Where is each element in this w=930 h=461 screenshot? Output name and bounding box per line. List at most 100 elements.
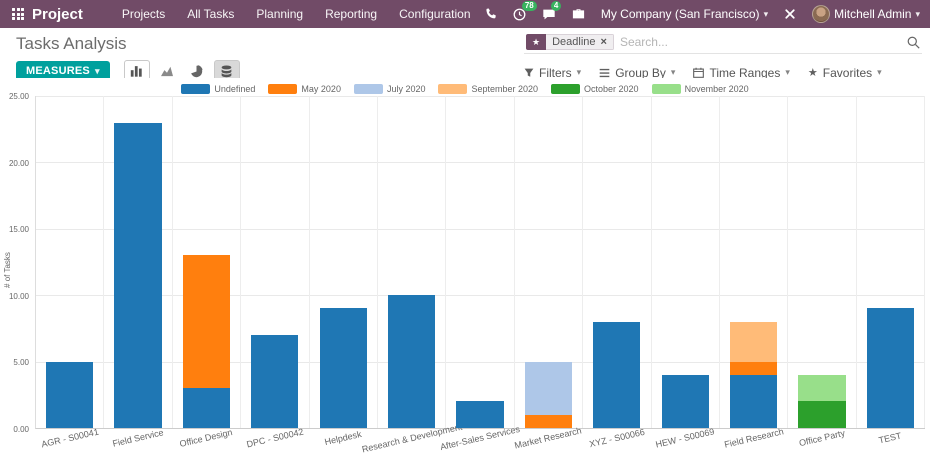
nav-item-reporting[interactable]: Reporting xyxy=(314,0,388,28)
y-tick-label: 15.00 xyxy=(0,225,29,234)
stacked-bar[interactable] xyxy=(388,96,435,428)
chevron-down-icon: ▾ xyxy=(915,9,920,20)
x-axis-label: HEW - S00069 xyxy=(655,426,716,449)
stacked-bar[interactable] xyxy=(867,96,914,428)
x-axis-label: TEST xyxy=(878,431,903,446)
y-tick-label: 20.00 xyxy=(0,159,29,168)
legend-item[interactable]: November 2020 xyxy=(652,84,749,94)
x-axis-label: Field Service xyxy=(112,427,165,448)
bar-segment[interactable] xyxy=(251,335,298,428)
legend-label: Undefined xyxy=(214,84,255,94)
search-bar[interactable]: ★ Deadline × xyxy=(524,33,922,54)
legend-item[interactable]: May 2020 xyxy=(268,84,341,94)
legend-label: May 2020 xyxy=(301,84,341,94)
stacked-bar[interactable] xyxy=(730,96,777,428)
category-column: AGR - S00041 xyxy=(36,96,104,428)
bar-segment[interactable] xyxy=(183,388,230,428)
legend-item[interactable]: July 2020 xyxy=(354,84,426,94)
bar-segment[interactable] xyxy=(525,362,572,415)
legend-item[interactable]: October 2020 xyxy=(551,84,639,94)
y-tick-label: 25.00 xyxy=(0,92,29,101)
nav-item-planning[interactable]: Planning xyxy=(245,0,314,28)
category-column: TEST xyxy=(857,96,925,428)
bar-segment[interactable] xyxy=(798,401,845,428)
chart-legend: Undefined May 2020 July 2020 September 2020… xyxy=(0,84,930,94)
search-input[interactable] xyxy=(620,35,907,49)
category-column: Market Research xyxy=(515,96,583,428)
legend-swatch xyxy=(652,84,681,94)
favorite-star-icon: ★ xyxy=(526,34,546,50)
stacked-bar[interactable] xyxy=(525,96,572,428)
legend-item[interactable]: Undefined xyxy=(181,84,255,94)
messages-icon[interactable]: 4 xyxy=(542,8,556,21)
stacked-bar[interactable] xyxy=(251,96,298,428)
x-axis-label: Field Research xyxy=(723,426,784,449)
bar-segment[interactable] xyxy=(867,308,914,428)
bar-segment[interactable] xyxy=(46,362,93,428)
search-icon[interactable] xyxy=(907,36,920,49)
stacked-bar[interactable] xyxy=(183,96,230,428)
stacked-bar[interactable] xyxy=(456,96,503,428)
x-axis-label: Market Research xyxy=(514,425,583,450)
x-axis-label: Office Party xyxy=(798,428,846,448)
y-tick-label: 0.00 xyxy=(0,425,29,434)
app-name[interactable]: Project xyxy=(32,6,83,23)
company-name: My Company (San Francisco) xyxy=(601,7,760,21)
nav-item-all-tasks[interactable]: All Tasks xyxy=(176,0,245,28)
bar-segment[interactable] xyxy=(730,375,777,428)
bar-segment[interactable] xyxy=(730,362,777,375)
legend-swatch xyxy=(438,84,467,94)
chevron-down-icon: ▾ xyxy=(785,67,790,78)
category-column: HEW - S00069 xyxy=(652,96,720,428)
plot-area: AGR - S00041Field ServiceOffice DesignDP… xyxy=(35,96,925,429)
user-menu[interactable]: Mitchell Admin ▾ xyxy=(812,5,920,23)
y-axis: 25.0020.0015.0010.005.000.00 xyxy=(0,96,32,429)
company-switcher[interactable]: My Company (San Francisco) ▾ xyxy=(601,7,768,21)
bar-segment[interactable] xyxy=(114,123,161,428)
nav-item-configuration[interactable]: Configuration xyxy=(388,0,481,28)
bar-segment[interactable] xyxy=(593,322,640,428)
chevron-down-icon: ▾ xyxy=(95,66,100,77)
apps-menu-icon[interactable] xyxy=(12,8,24,20)
category-column: Office Party xyxy=(788,96,856,428)
debug-tools-icon[interactable] xyxy=(784,8,796,20)
nav-item-projects[interactable]: Projects xyxy=(111,0,176,28)
bar-segment[interactable] xyxy=(388,295,435,428)
bar-segment[interactable] xyxy=(798,375,845,402)
bar-segment[interactable] xyxy=(662,375,709,428)
legend-label: September 2020 xyxy=(471,84,538,94)
message-count-badge: 4 xyxy=(551,1,561,11)
x-axis-label: Office Design xyxy=(179,427,234,449)
briefcase-icon[interactable] xyxy=(572,8,585,20)
facet-label: Deadline xyxy=(552,36,595,48)
facet-remove-icon[interactable]: × xyxy=(601,36,607,48)
stacked-bar[interactable] xyxy=(46,96,93,428)
chevron-down-icon: ▾ xyxy=(877,67,882,78)
legend-item[interactable]: September 2020 xyxy=(438,84,538,94)
top-navbar: Project Projects All Tasks Planning Repo… xyxy=(0,0,930,28)
bar-segment[interactable] xyxy=(320,308,367,428)
page-title: Tasks Analysis xyxy=(16,34,524,54)
stacked-bar[interactable] xyxy=(798,96,845,428)
stacked-bar[interactable] xyxy=(662,96,709,428)
category-column: Field Research xyxy=(720,96,788,428)
legend-swatch xyxy=(551,84,580,94)
bar-segment[interactable] xyxy=(456,401,503,428)
bar-segment[interactable] xyxy=(730,322,777,362)
legend-label: October 2020 xyxy=(584,84,639,94)
stacked-bar[interactable] xyxy=(320,96,367,428)
bar-segment[interactable] xyxy=(183,255,230,388)
activities-clock-icon[interactable]: 78 xyxy=(513,8,526,21)
stacked-bar[interactable] xyxy=(593,96,640,428)
legend-swatch xyxy=(354,84,383,94)
phone-icon[interactable] xyxy=(485,8,497,20)
y-tick-label: 5.00 xyxy=(0,358,29,367)
bar-segment[interactable] xyxy=(525,415,572,428)
category-column: After-Sales Services xyxy=(446,96,514,428)
category-column: Field Service xyxy=(104,96,172,428)
y-tick-label: 10.00 xyxy=(0,292,29,301)
search-facet: ★ Deadline × xyxy=(526,34,614,50)
stacked-bar[interactable] xyxy=(114,96,161,428)
x-axis-label: Helpdesk xyxy=(324,429,363,447)
activity-count-badge: 78 xyxy=(522,1,537,11)
